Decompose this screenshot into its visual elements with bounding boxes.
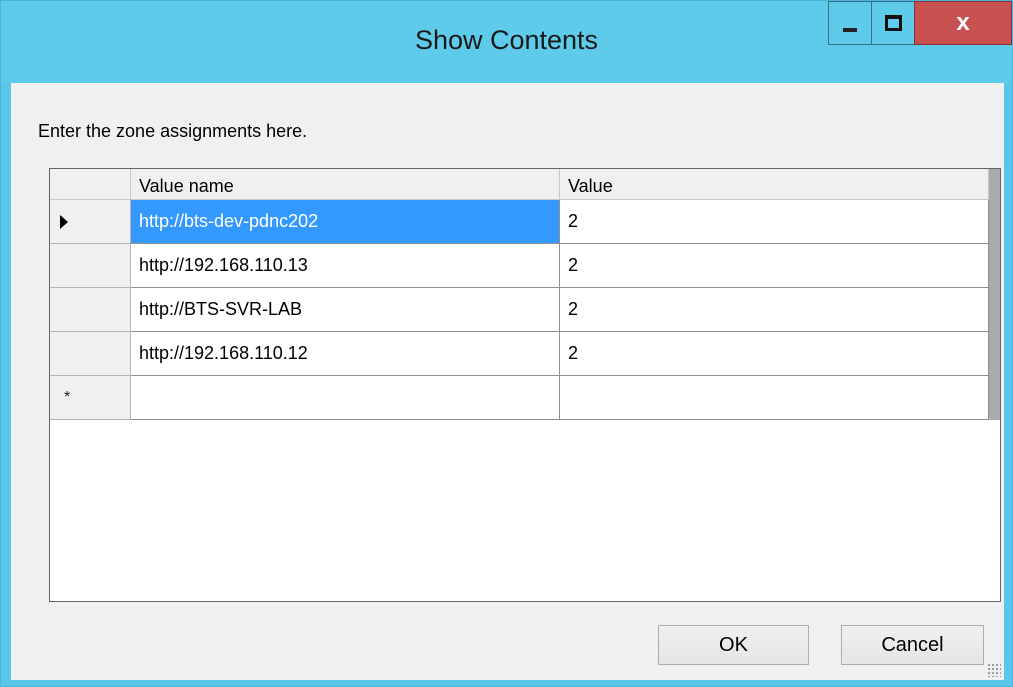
value-cell[interactable]: 2 — [560, 332, 989, 376]
current-row-arrow-icon — [60, 214, 68, 229]
row-header[interactable] — [50, 288, 131, 332]
grid-header-row: Value name Value — [50, 169, 989, 200]
minimize-icon — [843, 28, 857, 32]
column-header-value-name[interactable]: Value name — [131, 169, 560, 200]
cancel-button[interactable]: Cancel — [841, 625, 984, 665]
row-header[interactable] — [50, 332, 131, 376]
ok-button[interactable]: OK — [658, 625, 809, 665]
value-cell[interactable]: 2 — [560, 288, 989, 332]
maximize-icon — [884, 15, 902, 31]
resize-grip-icon[interactable] — [987, 663, 1001, 677]
new-row-icon: * — [64, 388, 71, 406]
new-value-name-cell[interactable] — [131, 376, 560, 420]
table-row[interactable]: http://192.168.110.13 2 — [50, 244, 989, 288]
zone-assignments-grid[interactable]: Value name Value http://bts-dev-pdnc202 … — [49, 168, 1001, 602]
header-corner[interactable] — [50, 169, 131, 200]
value-name-cell[interactable]: http://bts-dev-pdnc202 — [131, 200, 560, 244]
close-button[interactable]: x — [914, 1, 1012, 45]
value-cell[interactable]: 2 — [560, 244, 989, 288]
close-icon: x — [956, 9, 970, 36]
instruction-label: Enter the zone assignments here. — [38, 121, 308, 141]
new-value-cell[interactable] — [560, 376, 989, 420]
column-header-value[interactable]: Value — [560, 169, 989, 200]
minimize-button[interactable] — [828, 1, 872, 45]
table-row[interactable]: http://BTS-SVR-LAB 2 — [50, 288, 989, 332]
table-row[interactable]: http://192.168.110.12 2 — [50, 332, 989, 376]
row-header[interactable]: * — [50, 376, 131, 420]
value-cell[interactable]: 2 — [560, 200, 989, 244]
table-row[interactable]: http://bts-dev-pdnc202 2 — [50, 200, 989, 244]
value-name-cell[interactable]: http://192.168.110.12 — [131, 332, 560, 376]
show-contents-window: Show Contents x Enter the zone assignmen… — [0, 0, 1013, 687]
value-name-cell[interactable]: http://BTS-SVR-LAB — [131, 288, 560, 332]
maximize-button[interactable] — [871, 1, 915, 45]
dialog-client-area: Enter the zone assignments here. Value n… — [11, 83, 1004, 680]
grid-empty-area — [50, 420, 1000, 601]
new-row[interactable]: * — [50, 376, 989, 420]
row-header[interactable] — [50, 200, 131, 244]
value-name-cell[interactable]: http://192.168.110.13 — [131, 244, 560, 288]
title-bar[interactable]: Show Contents x — [1, 1, 1012, 83]
row-header[interactable] — [50, 244, 131, 288]
